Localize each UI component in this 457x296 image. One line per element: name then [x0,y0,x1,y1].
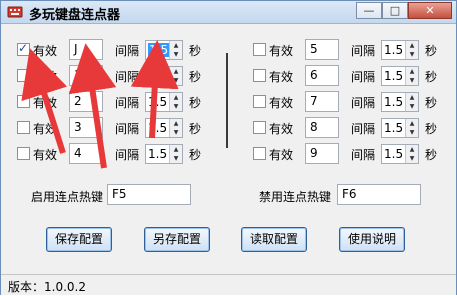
app-window: 多玩键盘连点器 — □ ✕ 有效J间隔1.5▲▼秒有效1间隔1.5▲▼秒有效2间… [0,0,457,295]
arrow-to-checkbox [21,48,68,154]
annotation-arrows [21,40,179,169]
arrow-to-interval [130,40,179,139]
arrow-to-key-input [68,43,117,169]
